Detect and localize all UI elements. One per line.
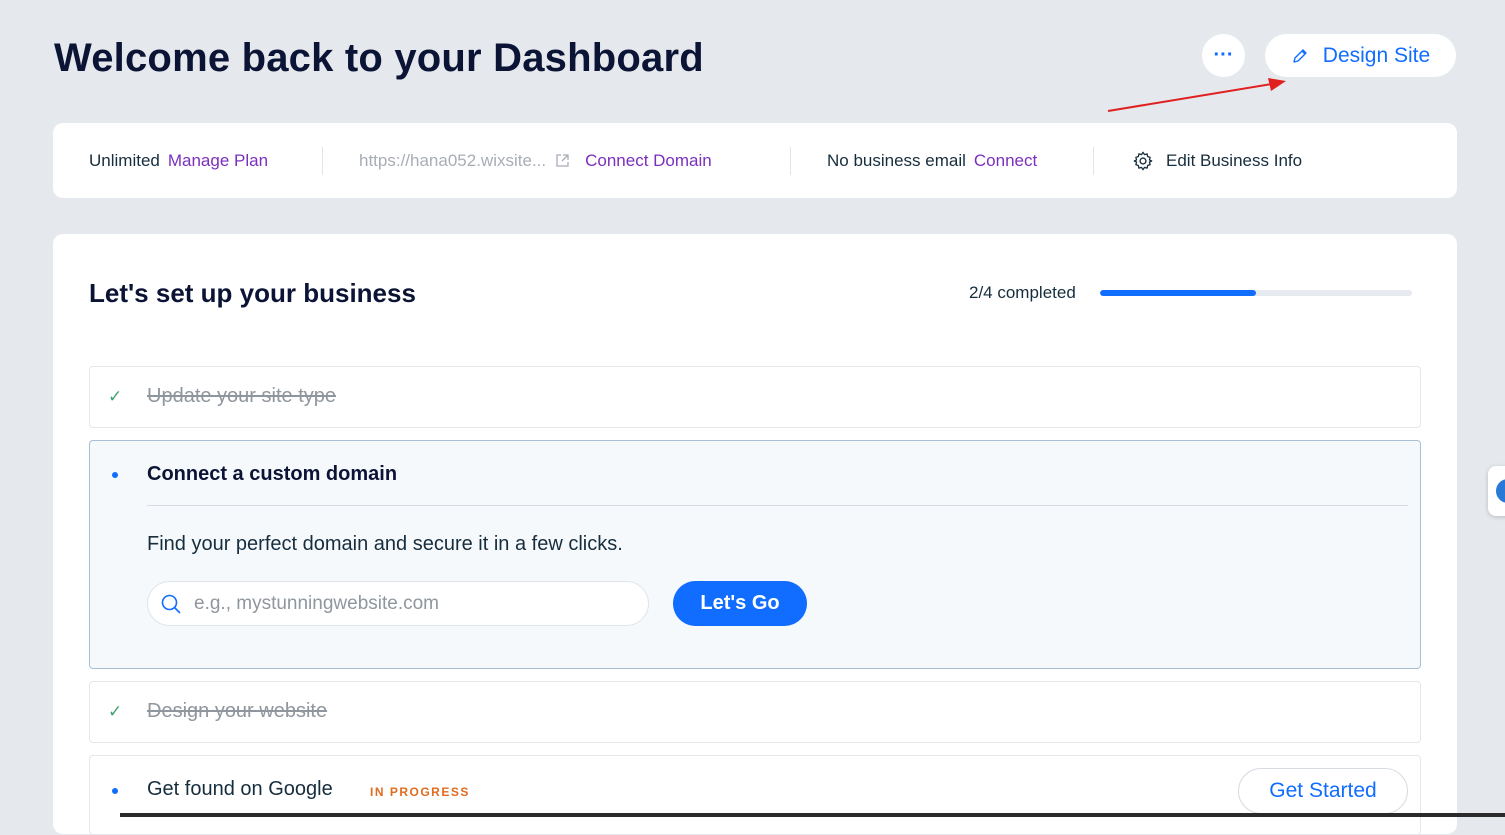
step-label: Update your site type — [147, 385, 336, 407]
step-label[interactable]: Connect a custom domain — [147, 463, 397, 486]
gear-icon — [1133, 151, 1153, 170]
divider — [790, 147, 791, 175]
check-icon: ✓ — [108, 702, 123, 721]
manage-plan-link[interactable]: Manage Plan — [168, 151, 268, 171]
check-icon: ✓ — [108, 387, 123, 406]
divider — [322, 147, 323, 175]
step-description: Find your perfect domain and secure it i… — [147, 533, 623, 555]
email-text: No business email — [827, 150, 966, 170]
external-link-icon[interactable] — [554, 152, 571, 169]
progress-fill — [1100, 290, 1256, 296]
more-icon: ··· — [1213, 44, 1234, 66]
bottom-edge — [120, 813, 1505, 817]
step-connect-domain: Connect a custom domain Find your perfec… — [89, 440, 1421, 669]
plan-text: Unlimited — [89, 150, 160, 170]
side-help-widget[interactable] — [1488, 466, 1505, 516]
status-badge: IN PROGRESS — [370, 785, 470, 799]
lets-go-button[interactable]: Let's Go — [673, 581, 807, 626]
step-design-website[interactable]: ✓ Design your website — [89, 681, 1421, 743]
setup-card: Let's set up your business 2/4 completed… — [53, 234, 1457, 835]
domain-segment: https://hana052.wixsite... Connect Domai… — [359, 123, 712, 198]
get-started-button[interactable]: Get Started — [1238, 768, 1408, 814]
domain-search-box — [147, 581, 649, 626]
domain-search-input[interactable] — [192, 591, 626, 616]
site-url[interactable]: https://hana052.wixsite... — [359, 151, 546, 171]
design-site-label: Design Site — [1322, 43, 1431, 67]
annotation-arrow — [1107, 78, 1286, 112]
divider — [147, 505, 1408, 506]
plan-segment: Unlimited Manage Plan — [89, 123, 268, 198]
progress-label: 2/4 completed — [969, 283, 1076, 302]
step-label: Design your website — [147, 700, 328, 722]
step-get-found-on-google[interactable]: Get found on Google IN PROGRESS Get Star… — [89, 755, 1421, 835]
progress-bar — [1100, 290, 1412, 296]
setup-title: Let's set up your business — [89, 278, 416, 308]
connect-email-link[interactable]: Connect — [974, 151, 1037, 171]
bullet-icon — [112, 472, 118, 478]
search-icon — [161, 594, 181, 614]
step-label: Get found on Google — [147, 778, 333, 800]
pencil-icon — [1293, 48, 1307, 63]
step-update-site-type[interactable]: ✓ Update your site type — [89, 366, 1421, 428]
edit-business-info-label: Edit Business Info — [1166, 150, 1303, 170]
connect-domain-link[interactable]: Connect Domain — [585, 151, 712, 171]
help-icon — [1496, 479, 1505, 503]
divider — [1093, 147, 1094, 175]
site-info-bar: Unlimited Manage Plan https://hana052.wi… — [53, 123, 1457, 198]
edit-business-info-button[interactable]: Edit Business Info — [1132, 123, 1302, 198]
page-title: Welcome back to your Dashboard — [54, 36, 704, 80]
bullet-icon — [112, 788, 118, 794]
email-segment: No business email Connect — [827, 123, 1037, 198]
